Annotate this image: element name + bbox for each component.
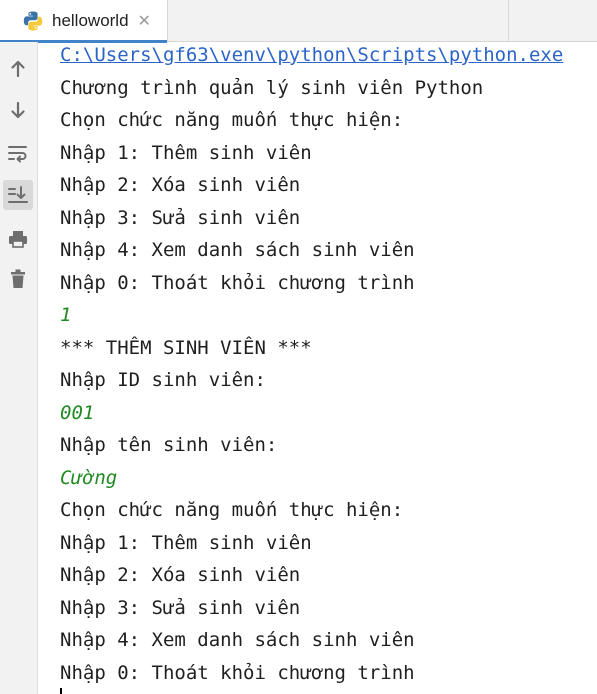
tab-helloworld[interactable]: helloworld ✕ [0,0,168,43]
soft-wrap-icon[interactable] [3,138,33,168]
output-line: Nhập 0: Thoát khỏi chương trình [60,661,415,684]
output-line: Nhập 3: Sửa sinh viên [60,206,301,229]
output-line: Nhập 3: Sửa sinh viên [60,596,301,619]
output-line: Nhập 4: Xem danh sách sinh viên [60,629,415,651]
output-line: Chương trình quản lý sinh viên Python [60,76,484,99]
user-input-line: 001 [60,401,95,424]
output-line: Nhập ID sinh viên: [60,369,266,391]
output-line: Nhập 0: Thoát khỏi chương trình [60,271,415,294]
output-line: Nhập 2: Xóa sinh viên [60,174,301,196]
console-toolbar [0,42,38,694]
output-line: Nhập 1: Thêm sinh viên [60,141,312,164]
output-line: Nhập 2: Xóa sinh viên [60,564,301,586]
output-line: *** THÊM SINH VIÊN *** [60,336,312,359]
interpreter-path-link[interactable]: C:\Users\gf63\venv\python\Scripts\python… [60,43,563,67]
output-line: Nhập 4: Xem danh sách sinh viên [60,239,415,261]
scroll-to-end-icon[interactable] [3,180,33,210]
tab-bar: helloworld ✕ [0,0,597,43]
tab-divider [508,0,509,42]
text-cursor [60,688,62,694]
close-icon[interactable]: ✕ [138,13,151,29]
output-line: Chọn chức năng muốn thực hiện: [60,499,404,521]
down-arrow-icon[interactable] [3,95,33,125]
trash-icon[interactable] [3,264,33,294]
output-line: Nhập tên sinh viên: [60,434,278,456]
python-icon [21,9,45,33]
run-console-window: helloworld ✕ C:\Users\gf63\venv\python\S… [0,0,597,694]
user-input-line: 1 [60,304,72,326]
output-line: Chọn chức năng muốn thực hiện: [60,109,404,131]
console-output[interactable]: C:\Users\gf63\venv\python\Scripts\python… [38,42,597,694]
output-line: Nhập 1: Thêm sinh viên [60,531,312,554]
up-arrow-icon[interactable] [3,54,33,84]
tab-title: helloworld [52,11,129,30]
user-input-line: Cường [60,466,118,489]
print-icon[interactable] [3,224,33,254]
